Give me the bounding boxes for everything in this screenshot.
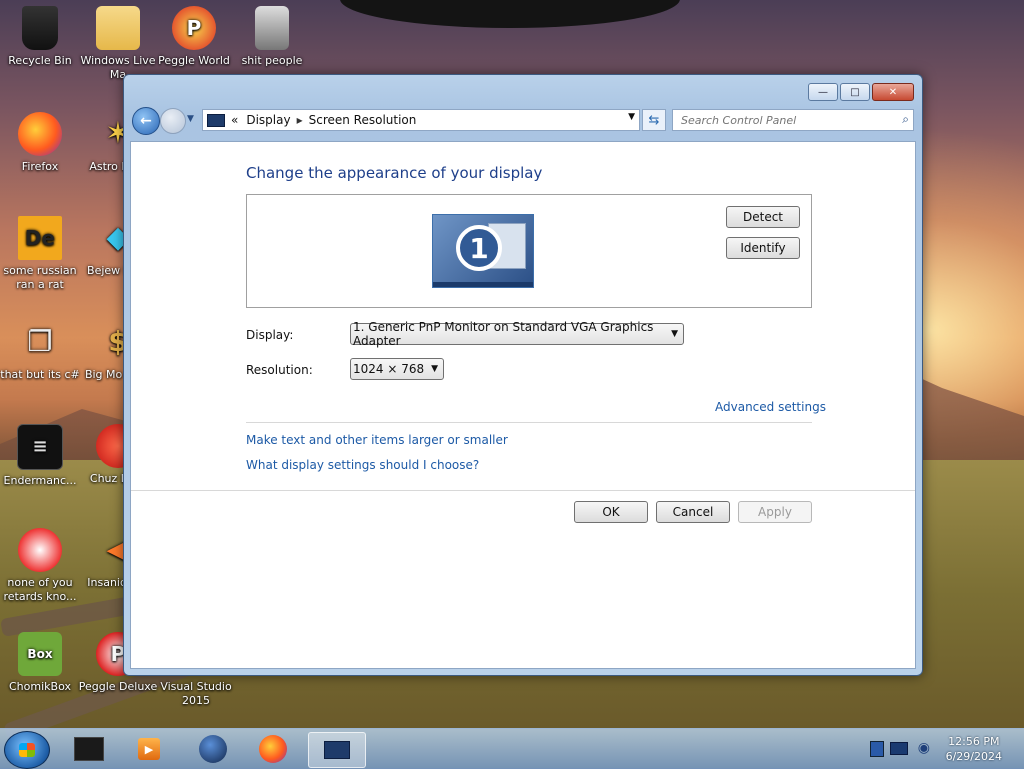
chevron-down-icon: ▼: [431, 364, 438, 374]
peggle-icon: P: [172, 6, 216, 50]
search-box[interactable]: ⌕: [672, 109, 914, 131]
console-icon: ≡: [17, 424, 63, 470]
dark-app-icon: [74, 737, 104, 761]
folder-icon: [255, 6, 289, 50]
resolution-select-value: 1024 × 768: [353, 362, 425, 376]
desktop-icon-label: Peggle Deluxe: [78, 680, 158, 693]
minimize-button[interactable]: —: [808, 83, 838, 101]
apply-button[interactable]: Apply: [738, 501, 812, 523]
clock-time: 12:56 PM: [948, 735, 1000, 748]
desktop-icon-windows-live-mail[interactable]: Windows Live Ma: [78, 6, 158, 82]
address-bar[interactable]: « Display ▸ Screen Resolution ▼: [202, 109, 640, 131]
recent-pages-dropdown-icon[interactable]: ▼: [187, 114, 194, 124]
back-button[interactable]: ←: [132, 107, 160, 135]
chomikbox-icon: Box: [18, 632, 62, 676]
desktop-icon-firefox[interactable]: Firefox: [0, 112, 80, 174]
breadcrumb-separator-icon[interactable]: ▸: [297, 113, 303, 127]
desktop-icon-that-but-its-csharp[interactable]: ❐ that but its c#: [0, 320, 80, 382]
taskbar-item-control-panel[interactable]: [308, 732, 366, 768]
address-dropdown-icon[interactable]: ▼: [628, 112, 635, 122]
control-panel-icon: [324, 741, 350, 759]
breadcrumb-overflow[interactable]: «: [231, 113, 238, 127]
monitor-preview-area: 1 Detect Identify: [246, 194, 812, 308]
network-icon[interactable]: [890, 742, 908, 755]
firefox-icon: [18, 112, 62, 156]
text-size-link[interactable]: Make text and other items larger or smal…: [246, 433, 508, 447]
desktop-icon-label: Recycle Bin: [8, 54, 72, 67]
refresh-icon: ⇆: [648, 112, 660, 128]
advanced-settings-link[interactable]: Advanced settings: [715, 400, 826, 414]
taskbar-thumbnail: [433, 282, 533, 287]
display-label: Display:: [246, 328, 294, 342]
identify-button[interactable]: Identify: [726, 237, 800, 259]
action-center-icon[interactable]: [870, 741, 884, 757]
screen-resolution-window: — □ ✕ ← ▼ « Display ▸ Screen Resolution …: [123, 74, 923, 676]
desktop-icon-endermanch[interactable]: ≡ Endermanc...: [0, 424, 80, 488]
windows-logo-icon: [19, 743, 35, 757]
cancel-button[interactable]: Cancel: [656, 501, 730, 523]
display-select[interactable]: 1. Generic PnP Monitor on Standard VGA G…: [350, 320, 684, 348]
close-button[interactable]: ✕: [872, 83, 914, 101]
desktop-icon-shit-people[interactable]: shit people: [232, 6, 312, 68]
start-button[interactable]: [4, 731, 50, 769]
desktop-icon-chomikbox[interactable]: Box ChomikBox: [0, 632, 80, 694]
content-pane: Change the appearance of your display 1 …: [130, 141, 916, 669]
maximize-button[interactable]: □: [840, 83, 870, 101]
desktop-icon-label: Endermanc...: [3, 474, 77, 487]
clock-date: 6/29/2024: [945, 750, 1002, 763]
navigation-bar: ← ▼ « Display ▸ Screen Resolution ▼ ⇆ ⌕: [132, 107, 914, 135]
clock[interactable]: 12:56 PM 6/29/2024: [946, 734, 1002, 764]
divider: [246, 422, 812, 423]
desktop-icon-label: none of you retards kno...: [3, 576, 77, 603]
resolution-select[interactable]: 1024 × 768 ▼: [350, 358, 444, 380]
taskbar: ▶ ◉ 12:56 PM 6/29/2024: [0, 728, 1024, 769]
media-player-icon: ▶: [138, 738, 160, 760]
copy-icon: ❐: [27, 325, 53, 358]
monitor-number: 1: [456, 225, 502, 271]
search-icon[interactable]: ⌕: [902, 112, 909, 127]
forward-button[interactable]: [160, 108, 186, 134]
desktop-icon-some-russian[interactable]: De some russian ran a rat: [0, 216, 80, 292]
desktop-icon-none-of-you[interactable]: none of you retards kno...: [0, 528, 80, 604]
display-settings-help-link[interactable]: What display settings should I choose?: [246, 458, 479, 472]
desktop-icon-recycle-bin[interactable]: Recycle Bin: [0, 6, 80, 68]
windows-live-mail-icon: [96, 6, 140, 50]
taskbar-item-globe[interactable]: [188, 732, 238, 766]
search-input[interactable]: [679, 110, 888, 130]
desktop-icon-peggle-world[interactable]: P Peggle World: [154, 6, 234, 68]
breadcrumb-display[interactable]: Display: [246, 113, 290, 127]
display-icon: [207, 113, 225, 127]
resolution-label: Resolution:: [246, 363, 313, 377]
taskbar-item-firefox[interactable]: [248, 732, 298, 766]
breadcrumb-screen-resolution[interactable]: Screen Resolution: [309, 113, 417, 127]
de-icon: De: [18, 216, 62, 260]
refresh-button[interactable]: ⇆: [642, 109, 666, 131]
recycle-bin-icon: [22, 6, 58, 50]
monitor-1-thumbnail[interactable]: 1: [432, 214, 534, 288]
chevron-down-icon: ▼: [671, 329, 678, 339]
desktop-icon-label: Firefox: [21, 160, 59, 173]
firefox-icon: [259, 735, 287, 763]
desktop-icon-label: shit people: [241, 54, 303, 67]
desktop-icon-label: ChomikBox: [9, 680, 71, 693]
caption-buttons: — □ ✕: [806, 83, 914, 101]
desktop-icon-label: some russian ran a rat: [3, 264, 77, 291]
page-title: Change the appearance of your display: [246, 164, 543, 182]
volume-icon[interactable]: ◉: [918, 740, 930, 756]
dragon-icon: [18, 528, 62, 572]
desktop-gadget: [340, 0, 680, 28]
display-select-value: 1. Generic PnP Monitor on Standard VGA G…: [353, 320, 654, 348]
back-arrow-icon: ←: [140, 113, 152, 129]
taskbar-item-media-player[interactable]: ▶: [124, 732, 174, 766]
taskbar-item-dark-app[interactable]: [64, 732, 114, 766]
detect-button[interactable]: Detect: [726, 206, 800, 228]
ok-button[interactable]: OK: [574, 501, 648, 523]
globe-icon: [199, 735, 227, 763]
desktop-icon-label: that but its c#: [0, 368, 80, 381]
desktop-icon-label: Visual Studio 2015: [160, 680, 232, 707]
divider: [131, 490, 915, 491]
desktop-icon-label: Peggle World: [158, 54, 230, 67]
